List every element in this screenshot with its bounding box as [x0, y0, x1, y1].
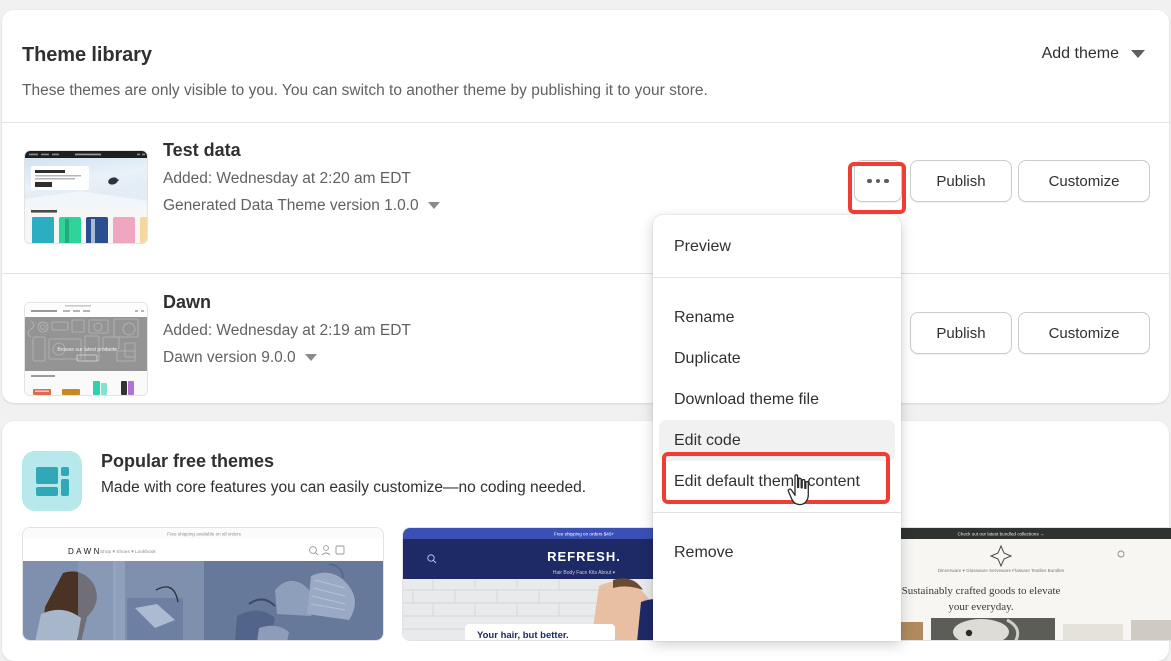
theme-version-selector[interactable]: Generated Data Theme version 1.0.0: [163, 197, 440, 215]
theme-thumbnail[interactable]: [24, 150, 148, 244]
customize-button[interactable]: Customize: [1018, 160, 1150, 202]
menu-item-edit-default-theme-content[interactable]: Edit default theme content: [659, 461, 895, 502]
theme-version-label: Generated Data Theme version 1.0.0: [163, 197, 419, 214]
theme-version-label: Dawn version 9.0.0: [163, 349, 296, 366]
svg-text:Check out our latest bundled c: Check out our latest bundled collections…: [957, 532, 1044, 537]
svg-text:Free shipping on orders $40+: Free shipping on orders $40+: [554, 532, 614, 537]
theme-actions-context-menu: Preview Rename Duplicate Download theme …: [653, 215, 901, 641]
theme-version-selector[interactable]: Dawn version 9.0.0: [163, 349, 317, 367]
svg-text:your everyday.: your everyday.: [948, 601, 1014, 613]
popular-theme-card-list: Free shipping available on all orders DA…: [0, 527, 1171, 641]
theme-name: Dawn: [163, 292, 211, 313]
svg-text:REFRESH.: REFRESH.: [547, 549, 621, 564]
svg-text:Your hair, but better.: Your hair, but better.: [477, 630, 569, 641]
theme-added-date: Added: Wednesday at 2:20 am EDT: [163, 170, 411, 188]
svg-text:Shop ▾ Shoes ▾ Lookbook: Shop ▾ Shoes ▾ Lookbook: [100, 549, 156, 555]
menu-item-remove[interactable]: Remove: [659, 532, 895, 573]
menu-item-rename[interactable]: Rename: [659, 297, 895, 338]
chevron-down-icon: [1131, 50, 1145, 58]
page-subtitle: These themes are only visible to you. Yo…: [22, 82, 708, 100]
menu-item-preview[interactable]: Preview: [659, 226, 895, 267]
chevron-down-icon: [428, 202, 440, 209]
menu-item-edit-code[interactable]: Edit code: [659, 420, 895, 461]
publish-button[interactable]: Publish: [910, 312, 1012, 354]
ellipsis-icon: [867, 179, 889, 184]
svg-text:DAWN: DAWN: [68, 547, 102, 556]
customize-button[interactable]: Customize: [1018, 312, 1150, 354]
layout-blocks-icon: [22, 451, 82, 511]
theme-added-date: Added: Wednesday at 2:19 am EDT: [163, 322, 411, 340]
theme-name: Test data: [163, 140, 241, 161]
popular-free-themes-subtitle: Made with core features you can easily c…: [101, 479, 586, 497]
theme-row: Test data Added: Wednesday at 2:20 am ED…: [2, 122, 1169, 272]
theme-thumbnail-image: [25, 151, 147, 243]
add-theme-label: Add theme: [1042, 45, 1119, 63]
svg-text:Browse our latest products: Browse our latest products: [57, 347, 117, 353]
svg-text:Dinnerware ▾ Glassware S: Dinnerware ▾ Glassware Serveware Flatwar…: [938, 568, 1065, 573]
page-title: Theme library: [22, 44, 152, 67]
theme-preview-image: Free shipping available on all orders DA…: [23, 528, 384, 641]
menu-divider: [653, 277, 901, 278]
chevron-down-icon: [305, 354, 317, 361]
popular-theme-card-dawn[interactable]: Free shipping available on all orders DA…: [22, 527, 384, 641]
svg-text:Hair Body Face Kits: Hair Body Face Kits About ▾: [553, 570, 616, 576]
theme-thumbnail-image: Browse our latest products: [25, 303, 147, 395]
menu-item-duplicate[interactable]: Duplicate: [659, 338, 895, 379]
theme-more-actions-button[interactable]: [854, 160, 902, 202]
svg-text:Free shipping available on all: Free shipping available on all orders: [167, 532, 242, 537]
theme-library-header: Theme library These themes are only visi…: [2, 10, 1169, 112]
svg-text:Sustainably crafted goods to e: Sustainably crafted goods to elevate: [902, 585, 1061, 597]
publish-button[interactable]: Publish: [910, 160, 1012, 202]
popular-free-themes-title: Popular free themes: [101, 451, 274, 472]
theme-row: Browse our latest products Dawn Added: W…: [2, 274, 1169, 424]
menu-item-download-theme-file[interactable]: Download theme file: [659, 379, 895, 420]
menu-divider: [653, 512, 901, 513]
add-theme-button[interactable]: Add theme: [1040, 43, 1147, 65]
theme-library-card: Theme library These themes are only visi…: [2, 10, 1169, 403]
theme-thumbnail[interactable]: Browse our latest products: [24, 302, 148, 396]
